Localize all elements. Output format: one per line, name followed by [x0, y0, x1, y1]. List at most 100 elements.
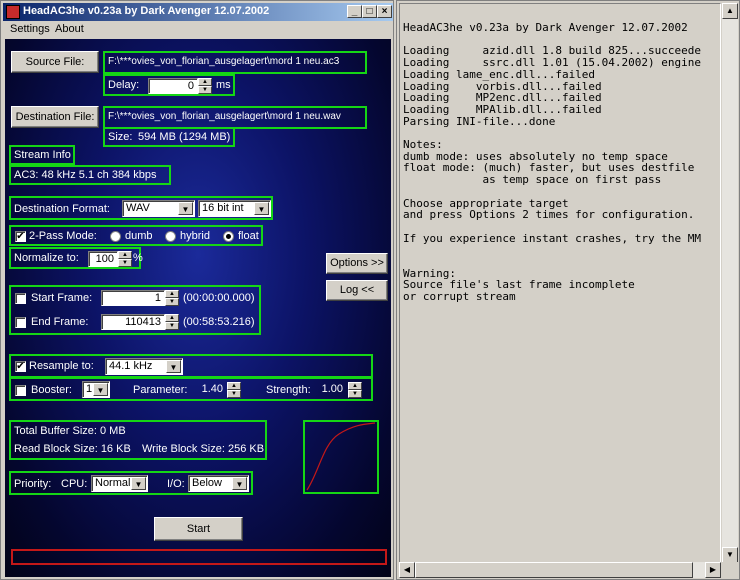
horizontal-scroll-thumb[interactable] — [415, 562, 693, 578]
strength-input[interactable]: 1.00 — [316, 382, 346, 398]
radio-dumb[interactable] — [110, 231, 121, 242]
pass-mode-checkbox[interactable]: ✔ — [15, 231, 26, 242]
resample-checkbox[interactable]: ✔ — [15, 361, 26, 372]
log-line: or corrupt stream — [403, 290, 516, 304]
maximize-button[interactable]: □ — [362, 5, 377, 18]
log-horizontal-scrollbar[interactable]: ◀ ▶ — [399, 562, 721, 578]
total-buffer-size: Total Buffer Size: 0 MB — [14, 425, 126, 437]
frame-range-group: Start Frame: 1 ▲ ▼ (00:00:00.000) End Fra… — [9, 285, 261, 335]
start-button[interactable]: Start — [154, 517, 243, 541]
scroll-down-icon[interactable]: ▼ — [722, 547, 738, 563]
buffer-group: Total Buffer Size: 0 MB Read Block Size:… — [9, 420, 267, 460]
size-value: 594 MB (1294 MB) — [138, 131, 231, 143]
read-block-size: Read Block Size: 16 KB — [14, 443, 131, 455]
parameter-label: Parameter: — [133, 384, 188, 396]
priority-group: Priority: CPU: Normal ▼ I/O: Below ▼ — [9, 471, 253, 495]
cpu-label: CPU: — [61, 478, 88, 490]
scroll-corner — [722, 562, 738, 578]
size-group: Size: 594 MB (1294 MB) — [103, 127, 235, 147]
curve-preview — [303, 420, 379, 494]
radio-dumb-label: dumb — [125, 230, 153, 242]
log-button[interactable]: Log << — [326, 280, 388, 301]
cpu-priority-value: Normal — [95, 477, 131, 489]
priority-label: Priority: — [14, 478, 52, 490]
io-priority-select[interactable]: Below ▼ — [188, 475, 249, 492]
end-frame-checkbox[interactable] — [15, 317, 26, 328]
chevron-down-icon: ▼ — [166, 360, 181, 373]
chevron-down-icon: ▼ — [254, 202, 269, 215]
scroll-up-icon[interactable]: ▲ — [722, 3, 738, 19]
resample-value: 44.1 kHz — [109, 360, 153, 372]
normalize-input[interactable]: 100 — [88, 251, 118, 267]
log-window: HeadAC3he v0.23a by Dark Avenger 12.07.2… — [396, 0, 740, 580]
delay-group: Delay: 0 ▲ ▼ ms — [103, 74, 235, 96]
progress-bar — [11, 549, 387, 565]
start-frame-time: (00:00:00.000) — [183, 292, 255, 304]
window-title: HeadAC3he v0.23a by Dark Avenger 12.07.2… — [23, 5, 270, 17]
start-frame-checkbox[interactable] — [15, 293, 26, 304]
delay-unit: ms — [216, 79, 231, 91]
menu-about[interactable]: About — [55, 23, 84, 35]
chevron-down-icon: ▼ — [178, 202, 193, 215]
end-frame-spinner[interactable]: ▲ ▼ — [165, 314, 179, 330]
io-priority-value: Below — [192, 477, 222, 489]
chevron-down-icon: ▼ — [131, 477, 146, 490]
menu-bar: Settings About — [3, 22, 393, 38]
curve-graph — [306, 422, 376, 491]
app-icon[interactable] — [6, 5, 20, 19]
parameter-spinner[interactable]: ▲ ▼ — [227, 382, 241, 398]
radio-hybrid[interactable] — [165, 231, 176, 242]
io-label: I/O: — [167, 478, 185, 490]
booster-checkbox[interactable] — [15, 385, 26, 396]
format-label: Destination Format: — [14, 203, 110, 215]
log-vertical-scrollbar[interactable]: ▲ ▼ — [722, 3, 738, 563]
normalize-group: Normalize to: 100 ▲ ▼ % — [9, 247, 143, 269]
log-console[interactable]: HeadAC3he v0.23a by Dark Avenger 12.07.2… — [399, 3, 721, 563]
resample-select[interactable]: 44.1 kHz ▼ — [105, 358, 183, 375]
strength-label: Strength: — [266, 384, 311, 396]
log-line: HeadAC3he v0.23a by Dark Avenger 12.07.2… — [403, 21, 688, 34]
normalize-spinner[interactable]: ▲ ▼ — [118, 251, 132, 267]
title-bar[interactable]: HeadAC3he v0.23a by Dark Avenger 12.07.2… — [3, 3, 393, 21]
bits-select[interactable]: 16 bit int ▼ — [198, 200, 271, 217]
scroll-right-icon[interactable]: ▶ — [705, 562, 721, 578]
end-frame-time: (00:58:53.216) — [183, 316, 255, 328]
destination-path: F:\***ovies_von_florian_ausgelagert\mord… — [108, 111, 341, 122]
source-path: F:\***ovies_von_florian_ausgelagert\mord… — [108, 56, 340, 67]
write-block-size: Write Block Size: 256 KB — [142, 443, 265, 455]
main-panel: Source File: F:\***ovies_von_florian_aus… — [5, 39, 391, 577]
chevron-down-icon: ▼ — [232, 477, 247, 490]
end-frame-label: End Frame: — [31, 316, 89, 328]
destination-file-button[interactable]: Destination File: — [11, 106, 99, 128]
parameter-input[interactable]: 1.40 — [196, 382, 226, 398]
start-frame-spinner[interactable]: ▲ ▼ — [165, 290, 179, 306]
log-line: Parsing INI-file...done — [403, 114, 556, 128]
booster-select[interactable]: 1 ▼ — [82, 381, 110, 398]
radio-float[interactable] — [223, 231, 234, 242]
log-line: and press Options 2 times for configurat… — [403, 208, 695, 222]
menu-settings[interactable]: Settings — [10, 23, 50, 35]
resample-label: Resample to: — [29, 360, 94, 372]
delay-input[interactable]: 0 — [148, 78, 198, 94]
radio-hybrid-label: hybrid — [180, 230, 210, 242]
start-frame-input[interactable]: 1 — [101, 290, 165, 306]
end-frame-input[interactable]: 110413 — [101, 314, 165, 330]
close-button[interactable]: × — [377, 5, 392, 18]
booster-group: Booster: 1 ▼ Parameter: 1.40 ▲ ▼ Strength:… — [9, 377, 373, 401]
resample-group: ✔ Resample to: 44.1 kHz ▼ — [9, 354, 373, 378]
stream-details-group: AC3: 48 kHz 5.1 ch 384 kbps — [9, 165, 171, 185]
pass-mode-label: 2-Pass Mode: — [29, 230, 97, 242]
curve-line — [306, 422, 376, 491]
options-button[interactable]: Options >> — [326, 253, 388, 274]
scroll-left-icon[interactable]: ◀ — [399, 562, 415, 578]
delay-spinner[interactable]: ▲ ▼ — [198, 78, 212, 94]
pass-mode-group: ✔ 2-Pass Mode: dumb hybrid float — [9, 225, 263, 246]
minimize-button[interactable]: _ — [347, 5, 362, 18]
delay-label: Delay: — [108, 79, 140, 91]
booster-label: Booster: — [31, 384, 72, 396]
format-select[interactable]: WAV ▼ — [122, 200, 195, 217]
main-window: HeadAC3he v0.23a by Dark Avenger 12.07.2… — [0, 0, 394, 580]
cpu-priority-select[interactable]: Normal ▼ — [91, 475, 148, 492]
source-file-button[interactable]: Source File: — [11, 51, 99, 73]
strength-spinner[interactable]: ▲ ▼ — [348, 382, 362, 398]
